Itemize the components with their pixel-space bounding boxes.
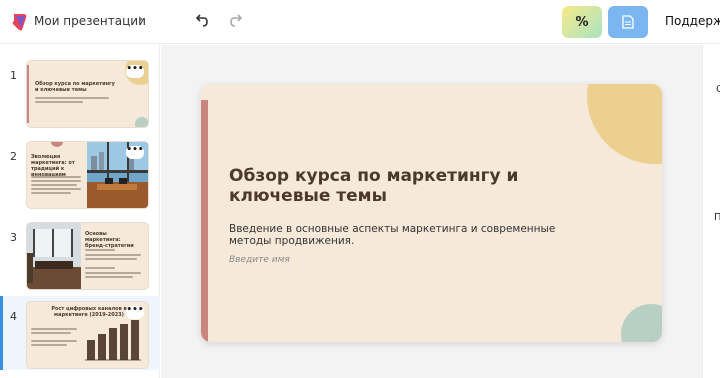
thumb-text-line (31, 192, 71, 194)
thumb-text-line (31, 340, 77, 342)
thumb-text-line (31, 344, 67, 346)
thumb-text-line (85, 249, 115, 251)
slide-thumbnail-2[interactable]: Эволюция маркетинга: от традиций к иннов… (27, 142, 148, 208)
app-logo-icon[interactable] (10, 12, 30, 32)
document-button[interactable] (608, 6, 648, 38)
thumb-text-line (31, 184, 77, 186)
percent-button[interactable]: % (562, 6, 602, 38)
panel-label: С (716, 84, 720, 95)
slide-thumb-row-4[interactable]: 4 Рост цифровых каналов в маркетинге (20… (0, 296, 160, 370)
redo-icon[interactable] (228, 12, 246, 30)
thumb-text-line (35, 101, 83, 103)
undo-icon[interactable] (192, 12, 210, 30)
thumb-text-line (31, 332, 71, 334)
decor-circle-yellow (587, 84, 662, 164)
slide-number: 2 (10, 150, 17, 163)
document-icon (622, 15, 634, 29)
slide-menu-button[interactable]: ••• (126, 65, 144, 78)
thumb-text-line (31, 188, 81, 190)
thumb-text-line (31, 176, 81, 178)
slide-accent-bar (201, 100, 208, 342)
thumb-text-line (31, 180, 81, 182)
panel-label: П (714, 212, 720, 223)
top-bar: Мои презентации › % Поддерж (0, 0, 720, 44)
slide-number: 1 (10, 69, 17, 82)
thumb-title: Эволюция маркетинга: от традиций к иннов… (31, 154, 75, 178)
current-slide[interactable]: Обзор курса по маркетингу и ключевые тем… (201, 84, 662, 342)
thumb-accent-bar (27, 65, 29, 123)
support-link[interactable]: Поддерж (665, 14, 720, 28)
thumb-text-line (85, 258, 137, 260)
office-photo (27, 223, 81, 289)
slide-thumbnail-3[interactable]: Основы маркетинга: бренд-стратегии (27, 223, 148, 289)
slide-thumb-row-2[interactable]: 2 Эволюция маркетинга: от традиций к инн… (0, 136, 160, 210)
slide-thumb-row-3[interactable]: 3 Основы маркетинга: бренд-стратегии (0, 217, 160, 291)
thumb-text-line (31, 328, 77, 330)
slide-menu-button[interactable]: ••• (126, 146, 144, 159)
thumb-title: Рост цифровых каналов в маркетинге (2019… (51, 306, 127, 318)
slide-number: 3 (10, 231, 17, 244)
thumb-circle (135, 117, 148, 127)
slide-thumbnail-4[interactable]: Рост цифровых каналов в маркетинге (2019… (27, 302, 148, 368)
thumb-text-line (85, 254, 141, 256)
thumb-bar-chart (85, 320, 141, 361)
chevron-right-icon: › (138, 12, 144, 27)
slide-thumbnail-1[interactable]: Обзор курса по маркетингу и ключевые тем… (27, 61, 148, 127)
thumb-text-line (35, 97, 109, 99)
thumb-text-line (85, 276, 133, 278)
slide-title[interactable]: Обзор курса по маркетингу и ключевые тем… (229, 166, 549, 206)
decor-circle-green (621, 304, 662, 342)
slide-menu-button[interactable]: ••• (126, 306, 144, 319)
slide-subtitle[interactable]: Введение в основные аспекты маркетинга и… (229, 223, 569, 247)
percent-label: % (575, 14, 589, 30)
slide-thumb-row-1[interactable]: 1 Обзор курса по маркетингу и ключевые т… (0, 55, 160, 129)
thumb-text-line (85, 267, 115, 269)
thumb-title: Обзор курса по маркетингу и ключевые тем… (35, 81, 115, 93)
thumb-text-line (85, 272, 141, 274)
breadcrumb-my-presentations[interactable]: Мои презентации (34, 14, 146, 28)
thumb-title: Основы маркетинга: бренд-стратегии (85, 231, 134, 249)
slide-number: 4 (10, 310, 17, 323)
thumb-circle (51, 142, 63, 147)
slide-list: 1 Обзор курса по маркетингу и ключевые т… (0, 45, 160, 378)
name-placeholder[interactable]: Введите имя (229, 255, 290, 265)
